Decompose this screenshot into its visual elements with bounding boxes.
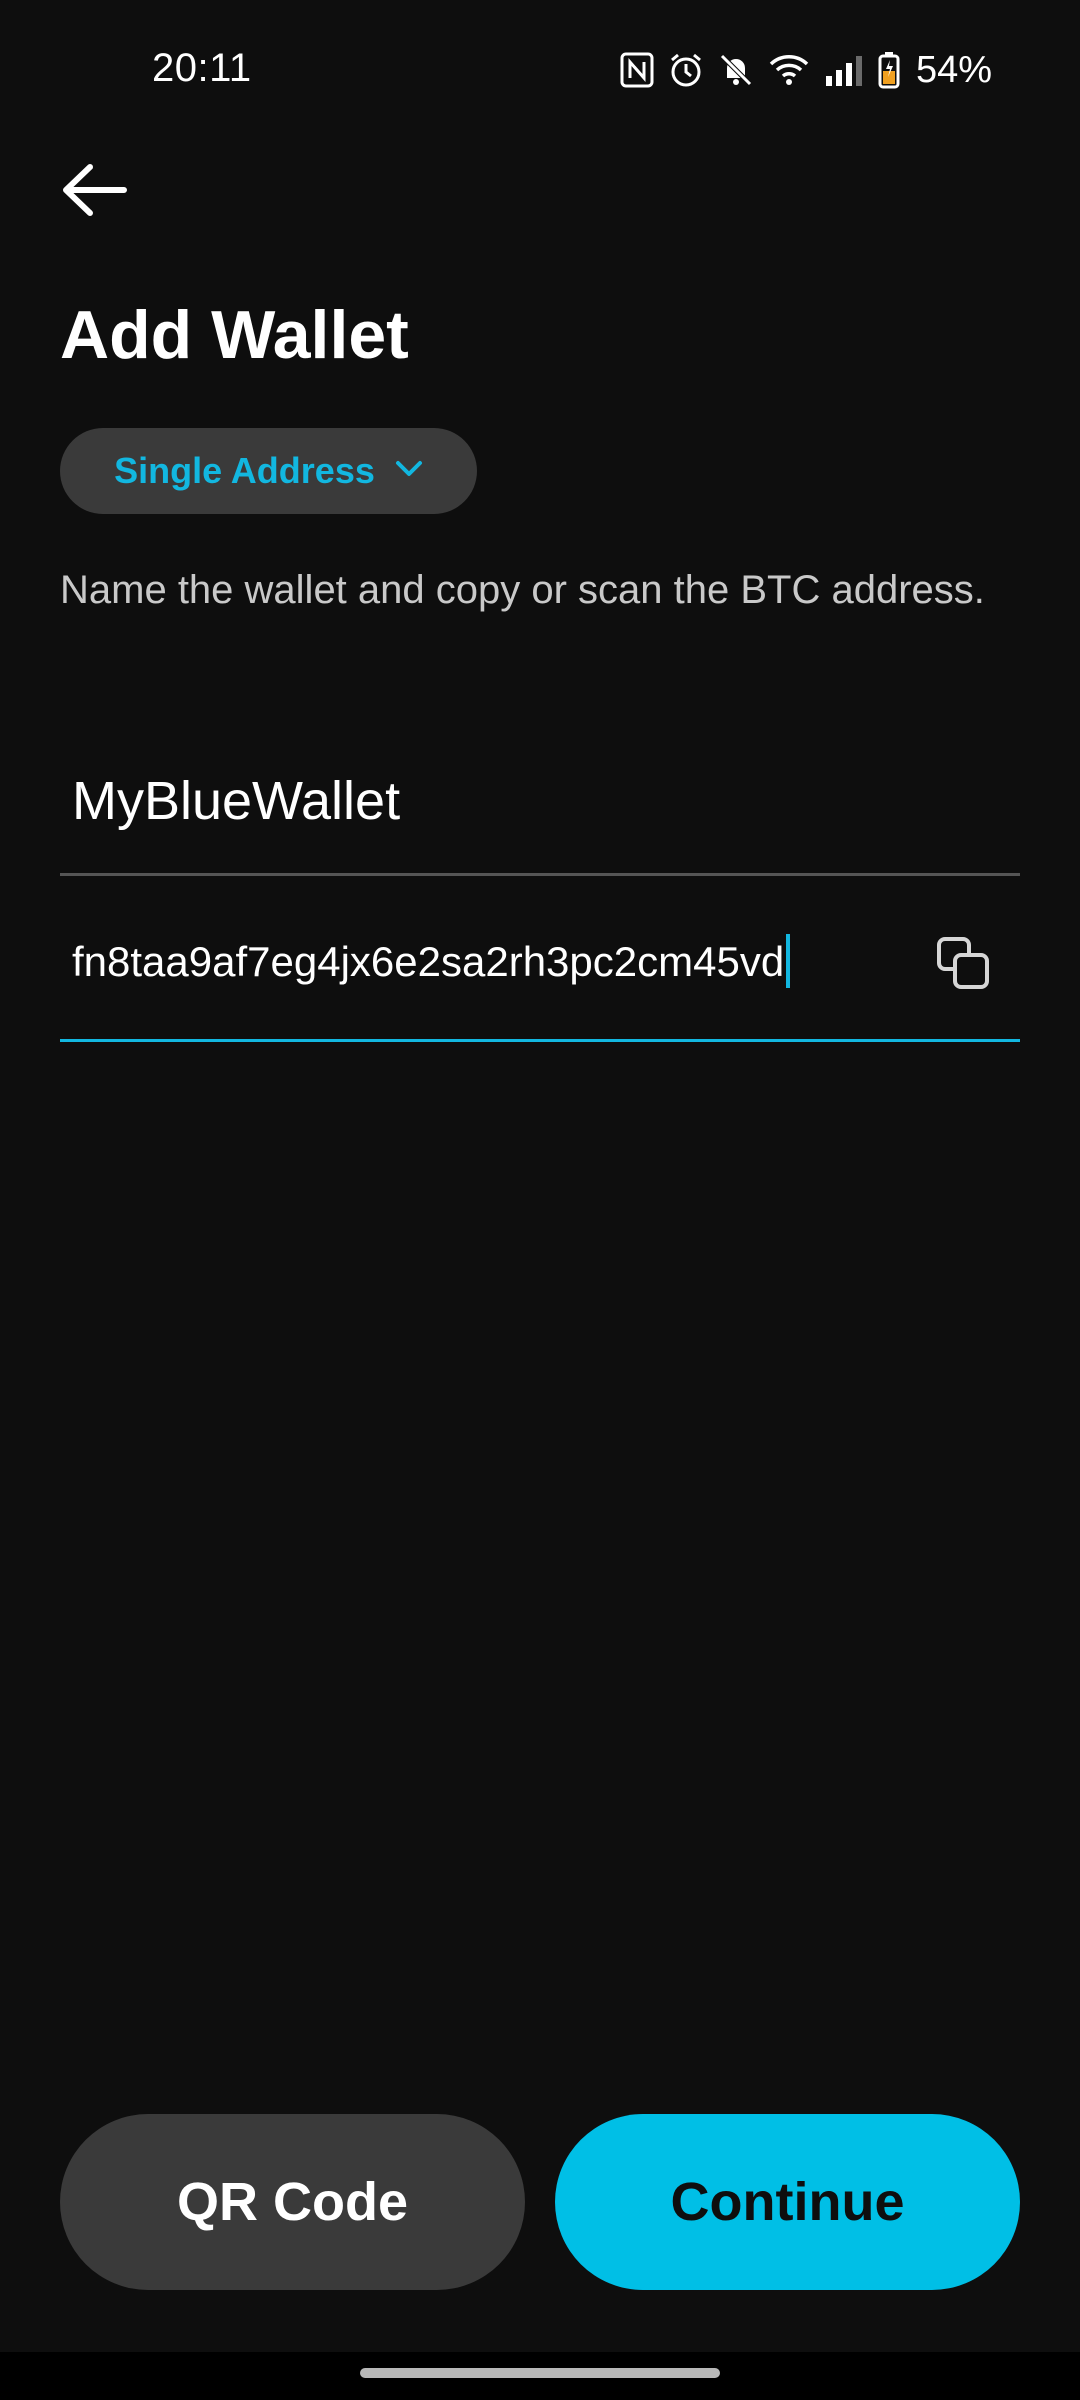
chevron-down-icon xyxy=(395,460,423,483)
add-wallet-screen: 20:11 54% Add Wallet Single Address Name… xyxy=(0,0,1080,2400)
signal-icon xyxy=(824,52,864,88)
paste-button[interactable] xyxy=(928,930,998,1000)
battery-icon xyxy=(878,51,900,89)
address-value: fn8taa9af7eg4jx6e2sa2rh3pc2cm45vd xyxy=(72,938,785,985)
text-cursor xyxy=(786,933,791,988)
wallet-type-label: Single Address xyxy=(114,450,375,491)
alarm-icon xyxy=(668,52,704,88)
wallet-name-field[interactable]: MyBlueWallet xyxy=(60,740,1020,876)
address-field[interactable]: fn8taa9af7eg4jx6e2sa2rh3pc2cm45vd xyxy=(60,900,1020,1042)
address-value-wrap: fn8taa9af7eg4jx6e2sa2rh3pc2cm45vd xyxy=(72,933,791,988)
status-bar: 20:11 54% xyxy=(0,0,1080,140)
battery-percentage: 54% xyxy=(915,48,992,91)
page-title: Add Wallet xyxy=(60,297,409,373)
wifi-icon xyxy=(768,52,810,88)
instructions-text: Name the wallet and copy or scan the BTC… xyxy=(60,568,985,612)
mute-icon xyxy=(718,52,754,88)
status-icons: 54% xyxy=(620,44,992,96)
qr-code-button[interactable]: QR Code xyxy=(60,2114,525,2290)
copy-icon xyxy=(935,935,991,996)
continue-button[interactable]: Continue xyxy=(555,2114,1020,2290)
arrow-left-icon xyxy=(60,162,128,223)
nfc-icon xyxy=(620,52,654,88)
status-time: 20:11 xyxy=(152,46,252,90)
wallet-name-value: MyBlueWallet xyxy=(72,771,401,831)
wallet-type-selector[interactable]: Single Address xyxy=(60,428,477,514)
back-button[interactable] xyxy=(52,150,136,234)
home-indicator[interactable] xyxy=(360,2368,720,2378)
